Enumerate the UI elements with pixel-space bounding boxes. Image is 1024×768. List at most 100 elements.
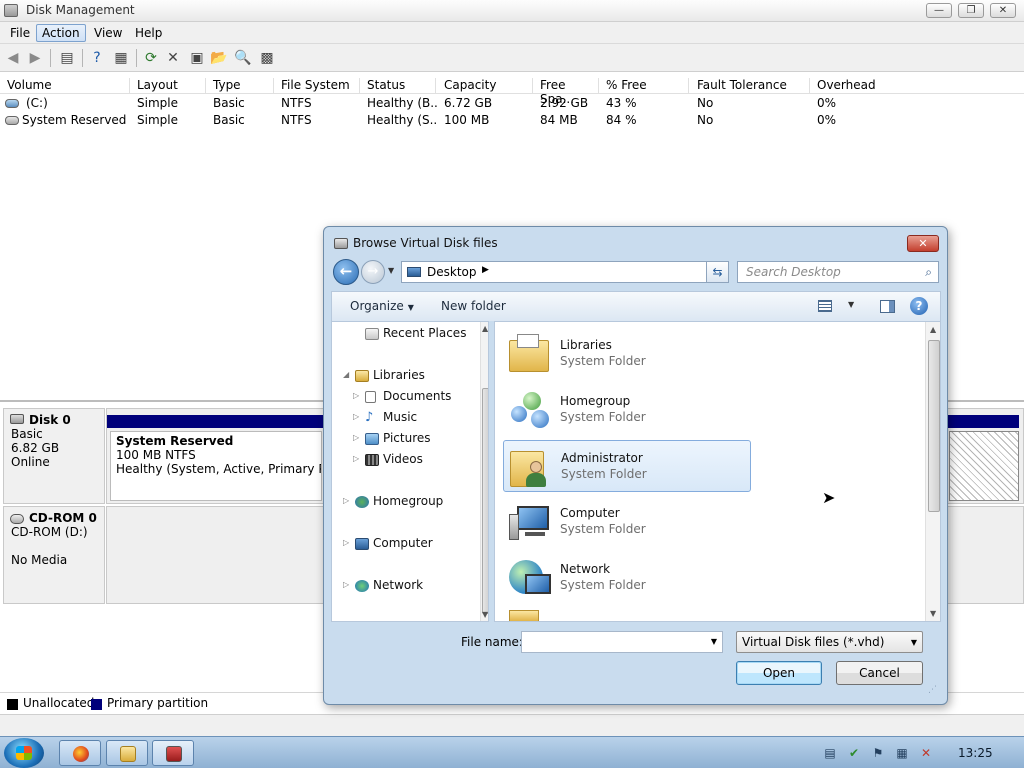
column-header[interactable]: Layout — [132, 78, 206, 94]
action-center-icon[interactable]: ▤ — [823, 746, 837, 760]
scrollbar-thumb[interactable] — [928, 340, 940, 512]
column-header[interactable]: File System — [276, 78, 360, 94]
close-button[interactable]: ✕ — [990, 3, 1016, 18]
menu-help[interactable]: Help — [130, 25, 167, 41]
recent-pages-dropdown[interactable]: ▼ — [388, 266, 394, 275]
column-header[interactable]: Overhead — [812, 78, 1024, 94]
flag-icon[interactable]: ⚑ — [871, 746, 885, 760]
expand-arrow-icon[interactable]: ▷ — [343, 496, 349, 505]
refresh-button[interactable]: ⇆ — [706, 261, 729, 283]
cancel-button[interactable]: Cancel — [836, 661, 923, 685]
disk-properties-icon[interactable]: ▩ — [258, 49, 276, 67]
nav-label: Documents — [383, 389, 452, 403]
address-text[interactable]: Desktop — [427, 265, 477, 279]
table-row[interactable]: (C:) Simple Basic NTFS Healthy (B... 6.7… — [0, 95, 1024, 112]
column-header[interactable]: Fault Tolerance — [692, 78, 810, 94]
column-header[interactable]: Status — [362, 78, 436, 94]
list-item-partial[interactable] — [503, 608, 751, 621]
breadcrumb-arrow-icon[interactable]: ▶ — [482, 265, 489, 275]
expand-arrow-icon[interactable]: ◢ — [343, 370, 349, 379]
chevron-down-icon[interactable]: ▼ — [911, 638, 917, 647]
nav-computer[interactable]: ▷ Computer — [343, 536, 433, 550]
table-row[interactable]: System Reserved Simple Basic NTFS Health… — [0, 112, 1024, 129]
nav-recent-places[interactable]: Recent Places — [365, 326, 466, 340]
refresh-icon[interactable]: ⟳ — [142, 49, 160, 67]
show-hide-console-tree-icon[interactable]: ▤ — [58, 49, 76, 67]
check-icon[interactable]: ▣ — [188, 49, 206, 67]
search-box[interactable]: Search Desktop ⌕ — [737, 261, 939, 283]
help-icon[interactable]: ? — [910, 297, 928, 315]
file-name-dropdown[interactable]: ▼ — [711, 637, 717, 646]
address-bar[interactable]: Desktop ▶ ▼ — [401, 261, 729, 283]
nav-documents[interactable]: ▷ Documents — [353, 389, 452, 403]
search-icon[interactable]: ⌕ — [925, 265, 932, 280]
scroll-down-arrow-icon[interactable]: ▼ — [930, 609, 936, 618]
menu-action[interactable]: Action — [36, 24, 86, 42]
expand-arrow-icon[interactable]: ▷ — [353, 412, 359, 421]
resize-grip-icon[interactable]: ⋰ — [928, 685, 937, 695]
volume-muted-icon[interactable]: ✕ — [919, 746, 933, 760]
new-folder-button[interactable]: New folder — [441, 299, 506, 313]
taskbar-disk-management[interactable] — [152, 740, 194, 766]
scroll-up-arrow-icon[interactable]: ▲ — [930, 325, 936, 334]
expand-arrow-icon[interactable]: ▷ — [343, 580, 349, 589]
menu-view[interactable]: View — [89, 25, 127, 41]
taskbar-explorer[interactable] — [106, 740, 148, 766]
system-reserved-partition[interactable]: System Reserved 100 MB NTFS Healthy (Sys… — [110, 431, 322, 501]
file-type-select[interactable]: Virtual Disk files (*.vhd) ▼ — [736, 631, 923, 653]
open-folder-icon[interactable]: 📂 — [210, 49, 228, 67]
expand-arrow-icon[interactable]: ▷ — [343, 538, 349, 547]
nav-pictures[interactable]: ▷ Pictures — [353, 431, 431, 445]
expand-arrow-icon[interactable]: ▷ — [353, 433, 359, 442]
list-item[interactable]: Computer System Folder — [503, 496, 751, 548]
taskbar-firefox[interactable] — [59, 740, 101, 766]
menu-file[interactable]: File — [5, 25, 35, 41]
column-header[interactable]: Type — [208, 78, 274, 94]
clock[interactable]: 13:25 — [958, 746, 993, 760]
volume-cell: System Reserved — [22, 113, 127, 127]
scroll-down-arrow-icon[interactable]: ▼ — [482, 610, 488, 619]
properties-icon[interactable]: ▦ — [112, 49, 130, 67]
delete-icon[interactable]: ✕ — [164, 49, 182, 67]
list-item[interactable]: Administrator System Folder — [503, 440, 751, 492]
file-name-input[interactable]: ▼ — [521, 631, 723, 653]
c-drive-partition[interactable] — [949, 431, 1019, 501]
nav-homegroup[interactable]: ▷ Homegroup — [343, 494, 443, 508]
list-item[interactable]: Homegroup System Folder — [503, 384, 751, 436]
nav-label: Computer — [373, 536, 433, 550]
column-header[interactable]: Volume — [2, 78, 130, 94]
column-header[interactable]: % Free — [601, 78, 689, 94]
nav-libraries[interactable]: ◢ Libraries — [343, 368, 425, 382]
scroll-up-arrow-icon[interactable]: ▲ — [482, 324, 488, 333]
minimize-button[interactable]: — — [926, 3, 952, 18]
back-button[interactable]: ← — [333, 259, 359, 285]
nav-network[interactable]: ▷ Network — [343, 578, 423, 592]
network-tray-icon[interactable]: ▦ — [895, 746, 909, 760]
expand-arrow-icon[interactable]: ▷ — [353, 391, 359, 400]
forward-button[interactable]: → — [361, 260, 385, 284]
help-icon[interactable]: ? — [88, 49, 106, 67]
start-button[interactable] — [4, 738, 44, 768]
expand-arrow-icon[interactable]: ▷ — [353, 454, 359, 463]
preview-pane-icon[interactable] — [880, 300, 895, 313]
navigation-scrollbar[interactable]: ▲ ▼ — [480, 322, 488, 621]
scrollbar-thumb[interactable] — [482, 388, 488, 614]
search-icon[interactable]: 🔍 — [234, 49, 252, 67]
nav-music[interactable]: ▷ ♪ Music — [353, 410, 417, 424]
open-button[interactable]: Open — [736, 661, 822, 685]
column-header[interactable]: Free Spa... — [535, 78, 599, 106]
restore-button[interactable]: ❐ — [958, 3, 984, 18]
back-icon[interactable]: ◀ — [4, 49, 22, 67]
dialog-close-button[interactable]: ✕ — [907, 235, 939, 252]
file-list-scrollbar[interactable]: ▲ ▼ — [925, 322, 940, 621]
column-header[interactable]: Capacity — [439, 78, 533, 94]
forward-icon[interactable]: ▶ — [26, 49, 44, 67]
list-item[interactable]: Network System Folder — [503, 552, 751, 604]
list-item[interactable]: Libraries System Folder — [503, 328, 751, 380]
organize-button[interactable]: Organize ▼ — [350, 299, 414, 313]
change-view-icon[interactable] — [818, 300, 832, 312]
computer-icon — [507, 500, 551, 544]
security-icon[interactable]: ✔ — [847, 746, 861, 760]
view-options-dropdown[interactable]: ▼ — [848, 300, 854, 309]
nav-videos[interactable]: ▷ Videos — [353, 452, 423, 466]
